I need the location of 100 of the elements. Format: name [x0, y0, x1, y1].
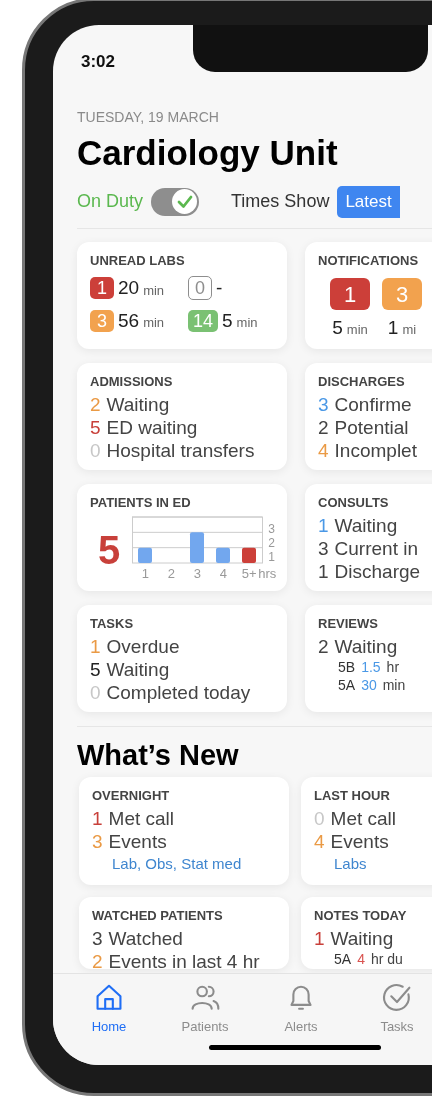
item-label: Potential: [334, 416, 409, 439]
card-title: OVERNIGHT: [92, 786, 171, 805]
time-unit: min: [346, 321, 368, 339]
count: 0: [90, 439, 101, 462]
item-label: Hospital transfers: [106, 439, 255, 462]
count: 0: [314, 807, 325, 830]
times-show-label: Times Show: [231, 190, 330, 213]
card-title: NOTES TODAY: [314, 906, 408, 925]
summary-card[interactable]: OVERNIGHT 1 Met call 3 Events Lab, Obs, Stat med: [79, 776, 289, 885]
axis-tick: 3: [268, 522, 275, 536]
wait-unit: min: [382, 676, 406, 694]
count: 2: [318, 416, 329, 439]
item-label: Waiting: [330, 927, 394, 950]
axis-tick: 2: [268, 536, 275, 550]
item-label: Completed today: [106, 681, 251, 704]
wait-value: 4: [357, 950, 365, 968]
count-badge: 14: [188, 309, 219, 332]
count: 2: [318, 635, 329, 658]
axis-tick: 1: [268, 550, 275, 564]
item-label: Waiting: [106, 658, 170, 681]
wait-unit: hr du: [370, 950, 403, 968]
summary-card[interactable]: ADMISSIONS 2 Waiting 5 ED waiting 0 Hospital transfers: [77, 362, 287, 470]
count: 1: [314, 927, 325, 950]
count: 2: [92, 950, 103, 969]
wait-value: 1.5: [361, 658, 381, 676]
time-unit: min: [236, 314, 258, 332]
item-label: Events: [108, 830, 167, 853]
card-title: TASKS: [90, 614, 135, 633]
item-label: ED waiting: [106, 416, 198, 439]
axis-tick: 3: [192, 565, 202, 583]
time-value: 20: [118, 276, 140, 300]
item-label: Incomplet: [334, 439, 417, 462]
status-time: 3:02: [80, 51, 117, 73]
item-label: Waiting: [106, 393, 170, 416]
count: 5: [90, 658, 101, 681]
axis-tick: 4: [218, 565, 228, 583]
time-unit: mi: [402, 321, 417, 339]
event-types-link[interactable]: Labs: [314, 853, 432, 875]
count: 0: [90, 681, 101, 704]
tab-item[interactable]: Home: [61, 982, 157, 1036]
card-title: UNREAD LABS: [90, 251, 186, 270]
item-label: Current in: [334, 537, 418, 560]
item-label: Confirme: [334, 393, 412, 416]
summary-card[interactable]: NOTIFICATIONS 1 5 min 3 1 mi: [305, 241, 432, 349]
time-value: 56: [118, 308, 140, 333]
checkmark-circle-icon: [381, 982, 413, 1013]
summary-card[interactable]: WATCHED PATIENTS 3 Watched 2 Events in last 4 hr: [79, 896, 289, 969]
item-label: Waiting: [334, 514, 398, 537]
summary-card[interactable]: PATIENTS IN ED 5 3 2 1 1 2 3 4 5+hrs: [77, 483, 287, 591]
item-label: Watched: [108, 927, 183, 950]
summary-card[interactable]: TASKS 1 Overdue 5 Waiting 0 Completed today: [77, 604, 287, 712]
item-label: Discharge: [334, 560, 421, 583]
card-title: PATIENTS IN ED: [90, 493, 192, 512]
count: 4: [318, 439, 329, 462]
card-title: CONSULTS: [318, 493, 390, 512]
count: 3: [318, 537, 329, 560]
patient-count: 5: [97, 526, 121, 574]
on-duty-label: On Duty: [77, 190, 144, 213]
card-title: REVIEWS: [318, 614, 379, 633]
count: 3: [92, 927, 103, 950]
item-label: Waiting: [334, 635, 398, 658]
bar: [190, 532, 205, 563]
item-label: Events: [330, 830, 389, 853]
count: 1: [92, 807, 103, 830]
count: 5: [90, 416, 101, 439]
axis-label: hrs: [258, 565, 277, 583]
summary-card[interactable]: CONSULTS 1 Waiting 3 Current in 1 Discharge: [305, 483, 432, 591]
count: 4: [314, 830, 325, 853]
time-unit: min: [143, 281, 165, 300]
summary-card[interactable]: DISCHARGES 3 Confirme 2 Potential 4 Incomplet: [305, 362, 432, 470]
event-types-link[interactable]: Lab, Obs, Stat med: [92, 853, 276, 875]
time-value: 5: [222, 308, 233, 333]
ward-label: 5A: [338, 676, 356, 694]
summary-card[interactable]: LAST HOUR 0 Met call 4 Events Labs: [301, 776, 432, 885]
summary-card[interactable]: UNREAD LABS 1 20 min 0 - 3 56 min 14 5 min: [77, 241, 287, 349]
count-badge: 3: [90, 309, 114, 332]
count-badge: 1: [330, 278, 370, 310]
item-label: Events in last 4 hr: [108, 950, 260, 969]
on-duty-toggle[interactable]: [151, 187, 200, 216]
latest-option[interactable]: Latest: [337, 185, 400, 218]
summary-card[interactable]: NOTES TODAY 1 Waiting 5A 4 hr du: [301, 896, 432, 969]
wait-value: 30: [361, 676, 377, 694]
card-title: DISCHARGES: [318, 372, 406, 391]
count: 2: [90, 393, 101, 416]
section-title: What’s New: [77, 737, 240, 773]
summary-card[interactable]: REVIEWS 2 Waiting 5B 1.5 hr 5A 30 min: [305, 604, 432, 712]
axis-tick: 1: [140, 565, 150, 583]
card-title: NOTIFICATIONS: [318, 251, 420, 270]
wait-unit: hr: [386, 658, 400, 676]
item-label: Overdue: [106, 635, 180, 658]
ward-label: 5B: [338, 658, 356, 676]
count: 3: [92, 830, 103, 853]
time-value: 1: [387, 316, 399, 340]
axis-tick: 2: [166, 565, 176, 583]
time-unit: min: [143, 314, 165, 332]
count: 1: [318, 560, 329, 583]
time-value: -: [216, 276, 223, 300]
page-title: Cardiology Unit: [77, 131, 339, 174]
time-value: 5: [332, 316, 343, 340]
count-badge: 1: [90, 277, 114, 300]
